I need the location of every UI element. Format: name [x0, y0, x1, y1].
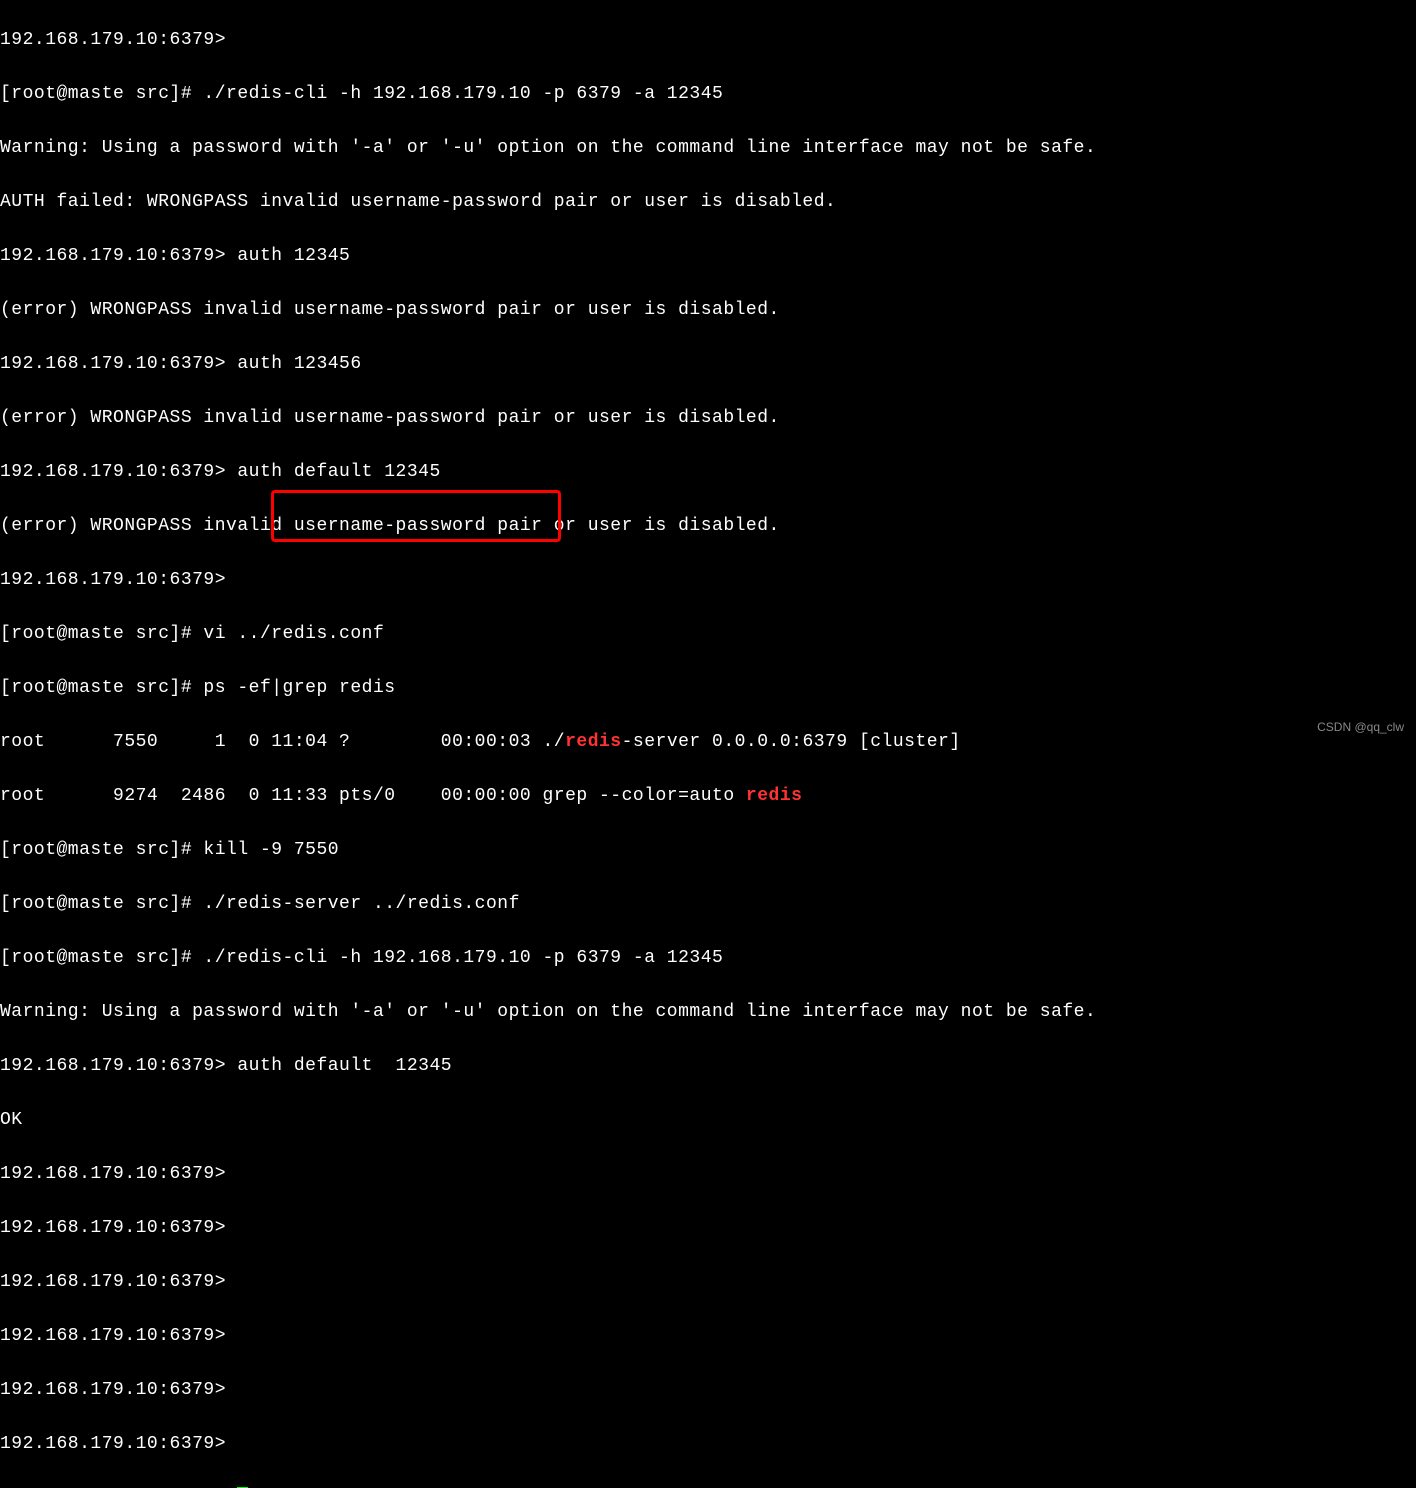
terminal-line: OK — [0, 1107, 1416, 1134]
grep-match: redis — [565, 732, 622, 752]
terminal-line: 192.168.179.10:6379> — [0, 1323, 1416, 1350]
grep-match: redis — [746, 786, 803, 806]
terminal-line: 192.168.179.10:6379> — [0, 27, 1416, 54]
terminal-line: 192.168.179.10:6379> — [0, 567, 1416, 594]
terminal-line: AUTH failed: WRONGPASS invalid username-… — [0, 189, 1416, 216]
watermark-text: CSDN @qq_clw — [1317, 718, 1404, 736]
terminal-line: 192.168.179.10:6379> — [0, 1431, 1416, 1458]
terminal-line: [root@maste src]# ps -ef|grep redis — [0, 675, 1416, 702]
terminal-line: (error) WRONGPASS invalid username-passw… — [0, 513, 1416, 540]
terminal-line: root 7550 1 0 11:04 ? 00:00:03 ./redis-s… — [0, 729, 1416, 756]
terminal-line: [root@maste src]# kill -9 7550 — [0, 837, 1416, 864]
terminal-line: 192.168.179.10:6379> auth default 12345 — [0, 459, 1416, 486]
terminal-line: (error) WRONGPASS invalid username-passw… — [0, 405, 1416, 432]
terminal-line: [root@maste src]# ./redis-cli -h 192.168… — [0, 81, 1416, 108]
terminal-line: [root@maste src]# vi ../redis.conf — [0, 621, 1416, 648]
terminal-line: [root@maste src]# ./redis-cli -h 192.168… — [0, 945, 1416, 972]
terminal-line: 192.168.179.10:6379> auth default 12345 — [0, 1053, 1416, 1080]
terminal-line: 192.168.179.10:6379> — [0, 1377, 1416, 1404]
terminal-line: 192.168.179.10:6379> auth 123456 — [0, 351, 1416, 378]
terminal-line: 192.168.179.10:6379> — [0, 1215, 1416, 1242]
terminal-line: Warning: Using a password with '-a' or '… — [0, 135, 1416, 162]
terminal-line: [root@maste src]# ./redis-server ../redi… — [0, 891, 1416, 918]
terminal-line: 192.168.179.10:6379> auth 12345 — [0, 243, 1416, 270]
terminal-line: (error) WRONGPASS invalid username-passw… — [0, 297, 1416, 324]
terminal-line: 192.168.179.10:6379> — [0, 1269, 1416, 1296]
terminal-line: Warning: Using a password with '-a' or '… — [0, 999, 1416, 1026]
cursor-icon — [237, 1487, 248, 1488]
terminal-prompt-line[interactable]: 192.168.179.10:6379> — [0, 1485, 1416, 1488]
terminal-line: 192.168.179.10:6379> — [0, 1161, 1416, 1188]
terminal-output[interactable]: 192.168.179.10:6379> [root@maste src]# .… — [0, 0, 1416, 1488]
terminal-line: root 9274 2486 0 11:33 pts/0 00:00:00 gr… — [0, 783, 1416, 810]
